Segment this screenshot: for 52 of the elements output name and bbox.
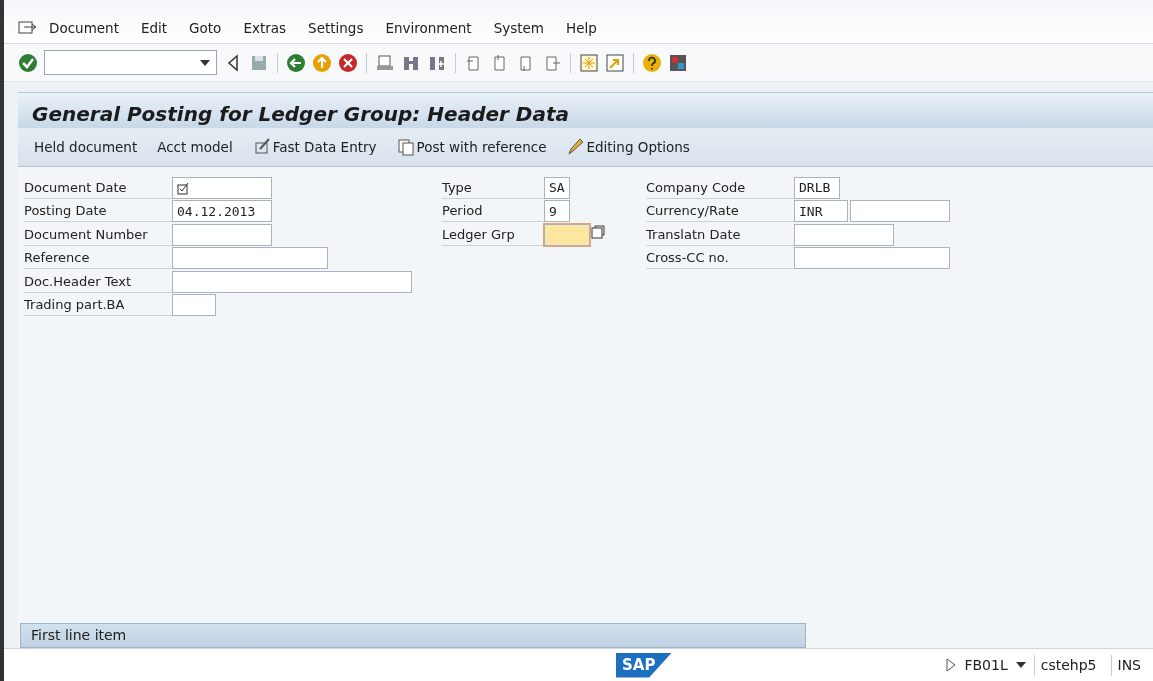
menu-item[interactable]: Document [38, 18, 130, 39]
new-session-icon[interactable] [579, 52, 599, 73]
menu-item[interactable]: Edit [129, 18, 179, 39]
layout-icon[interactable] [668, 52, 688, 73]
menu-item[interactable]: Environment [374, 18, 483, 39]
section-header: First line item [20, 623, 806, 648]
menu-icon[interactable] [18, 20, 38, 37]
input-field[interactable] [794, 247, 950, 270]
toolbar-button[interactable]: Post with reference [396, 136, 547, 158]
transaction-code: FB01L [964, 655, 1008, 675]
input-field[interactable] [794, 223, 894, 246]
input-field[interactable]: SA [544, 177, 570, 199]
exit-icon[interactable] [312, 52, 332, 73]
cancel-icon[interactable] [338, 52, 358, 73]
required-checkbox-icon [177, 181, 190, 195]
input-field[interactable] [544, 223, 590, 246]
toolbar-button[interactable]: Fast Data Entry [252, 136, 377, 158]
pencil-icon [566, 137, 585, 157]
toolbar-button[interactable]: Acct model [157, 136, 233, 158]
input-field[interactable] [172, 270, 412, 293]
input-field[interactable] [172, 223, 272, 246]
dropdown-icon[interactable] [1015, 662, 1026, 668]
fast-entry-icon [252, 137, 271, 157]
input-field[interactable]: 9 [544, 200, 570, 223]
shortcut-icon[interactable] [605, 52, 625, 73]
input-field[interactable] [172, 177, 272, 199]
screen-title: General Posting for Ledger Group: Header Data [18, 92, 1153, 128]
input-field[interactable] [172, 293, 216, 316]
input-field[interactable] [172, 247, 328, 270]
input-field[interactable]: 04.12.2013 [172, 200, 272, 223]
help-icon[interactable] [642, 52, 662, 73]
menu-item[interactable]: System [482, 18, 555, 39]
back-icon[interactable] [286, 52, 306, 73]
toolbar-button[interactable]: Editing Options [566, 136, 690, 158]
server-name: cstehp5 [1033, 654, 1103, 676]
input-field[interactable] [850, 200, 950, 223]
command-field[interactable] [44, 50, 217, 75]
menu-item[interactable]: Goto [178, 18, 233, 39]
input-field[interactable]: INR [794, 200, 848, 223]
value-help-icon[interactable] [590, 223, 606, 240]
input-field[interactable]: DRLB [794, 177, 840, 199]
checkmark-icon[interactable] [18, 52, 38, 73]
expand-triangle-icon[interactable] [946, 658, 957, 672]
print-icon[interactable] [375, 52, 395, 73]
menu-item[interactable]: Help [555, 18, 608, 39]
menu-item[interactable]: Settings [297, 18, 375, 39]
sap-logo: SAP [616, 653, 672, 678]
dropdown-icon[interactable] [200, 59, 210, 66]
toolbar-button[interactable]: Held document [34, 136, 138, 158]
copy-icon [396, 137, 415, 157]
insert-mode: INS [1110, 654, 1147, 676]
menu-item[interactable]: Extras [232, 18, 298, 39]
